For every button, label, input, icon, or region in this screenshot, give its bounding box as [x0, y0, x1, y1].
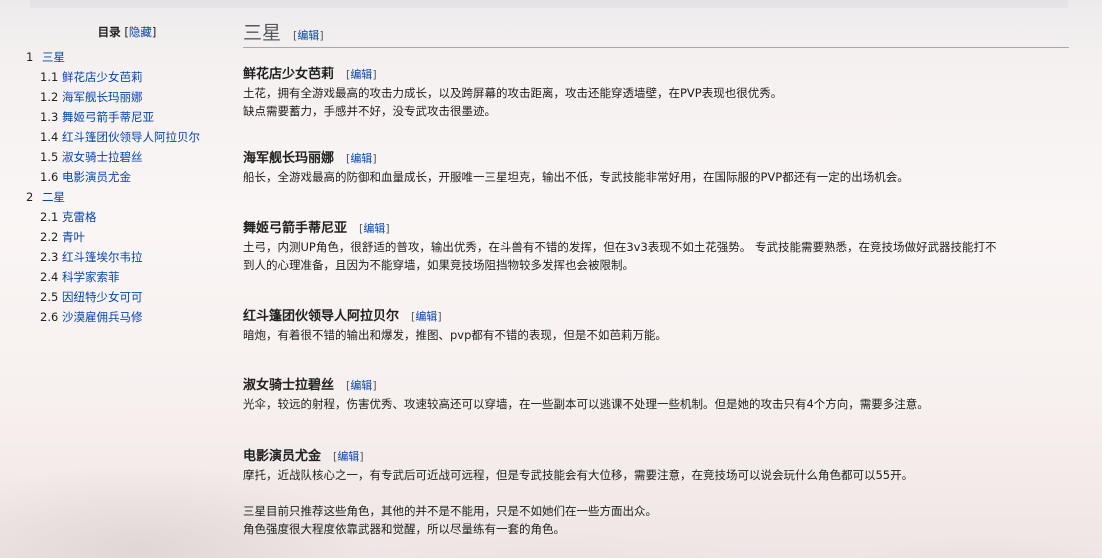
table-of-contents: 目录 [隐藏] 1 三星 1.1 鲜花店少女芭莉 1.2 海军舰长玛丽娜 1.3 舞姬弓箭手蒂…	[22, 22, 212, 327]
note-text: 角色强度很大程度依靠武器和觉醒，所以尽量练有一套的角色。	[243, 522, 565, 536]
entry-tinia: 舞姬弓箭手蒂尼亚 [编辑] 土弓，内测UP角色，很舒适的普攻，输出优秀，在斗兽有…	[243, 220, 1069, 274]
toc-item-label[interactable]: 科学家索菲	[62, 267, 212, 287]
section-title: 三星	[243, 22, 282, 44]
toc-item-number: 1.6	[40, 170, 59, 184]
entry-eugene: 电影演员尤金 [编辑] 摩托，近战队核心之一，有专武后可近战可远程，但是专武技能…	[243, 448, 1069, 484]
toc-item-label[interactable]: 二星	[42, 187, 212, 207]
toc-item[interactable]: 2 二星	[22, 187, 212, 207]
toc-item[interactable]: 1.5 淑女骑士拉碧丝	[22, 147, 212, 167]
toc-item-number: 2.4	[40, 270, 59, 284]
entry-text: 摩托，近战队核心之一，有专武后可近战可远程，但是专武技能会有大位移，需要注意，在…	[243, 468, 914, 482]
entry-title: 淑女骑士拉碧丝 [编辑]	[243, 378, 377, 393]
top-bar	[30, 0, 1068, 8]
entry-edit-link[interactable]: 编辑	[363, 222, 385, 235]
entry-bali: 鲜花店少女芭莉 [编辑] 土花，拥有全游戏最高的攻击力成长，以及跨屏幕的攻击距离…	[243, 66, 1069, 120]
toc-hide-toggle[interactable]: 隐藏	[129, 25, 152, 39]
section-edit-link[interactable]: 编辑	[297, 29, 319, 42]
toc-item-number: 1.4	[40, 130, 59, 144]
toc-item-label[interactable]: 舞姬弓箭手蒂尼亚	[62, 107, 212, 127]
entry-text: 土弓，内测UP角色，很舒适的普攻，输出优秀，在斗兽有不错的发挥，但在3v3表现不…	[243, 240, 997, 254]
entry-marina: 海军舰长玛丽娜 [编辑] 船长，全游戏最高的防御和血量成长，开服唯一三星坦克，输…	[243, 150, 1069, 186]
toc-item-label[interactable]: 淑女骑士拉碧丝	[62, 147, 212, 167]
toc-item-number: 2.1	[40, 210, 59, 224]
entry-text: 光伞，较远的射程，伤害优秀、攻速较高还可以穿墙，在一些副本可以逃课不处理一些机制…	[243, 397, 929, 411]
toc-item[interactable]: 1.3 舞姬弓箭手蒂尼亚	[22, 107, 212, 127]
entry-title: 红斗篷团伙领导人阿拉贝尔 [编辑]	[243, 309, 442, 324]
toc-item-label[interactable]: 青叶	[62, 227, 212, 247]
toc-item-label[interactable]: 电影演员尤金	[62, 167, 212, 187]
toc-item-label[interactable]: 海军舰长玛丽娜	[62, 87, 212, 107]
toc-item-number: 1.2	[40, 90, 59, 104]
toc-item-label[interactable]: 沙漠雇佣兵马修	[62, 307, 212, 327]
toc-item-label[interactable]: 红斗篷埃尔韦拉	[62, 247, 212, 267]
toc-item-number: 2.5	[40, 290, 59, 304]
toc-item[interactable]: 1 三星	[22, 47, 212, 67]
entry-title: 鲜花店少女芭莉 [编辑]	[243, 67, 377, 82]
entry-text: 船长，全游戏最高的防御和血量成长，开服唯一三星坦克，输出不低，专武技能非常好用，…	[243, 170, 909, 184]
toc-item[interactable]: 2.3 红斗篷埃尔韦拉	[22, 247, 212, 267]
section-heading: 三星 [编辑]	[243, 18, 1069, 48]
toc-item-number: 1.3	[40, 110, 59, 124]
toc-item[interactable]: 2.2 青叶	[22, 227, 212, 247]
toc-item-number: 2.2	[40, 230, 59, 244]
toc-item[interactable]: 2.6 沙漠雇佣兵马修	[22, 307, 212, 327]
entry-title: 电影演员尤金 [编辑]	[243, 449, 364, 464]
toc-item[interactable]: 2.5 因纽特少女可可	[22, 287, 212, 307]
entry-text: 暗炮，有着很不错的输出和爆发，推图、pvp都有不错的表现，但是不如芭莉万能。	[243, 328, 667, 342]
entry-edit-link[interactable]: 编辑	[415, 310, 437, 323]
toc-item[interactable]: 2.1 克雷格	[22, 207, 212, 227]
toc-item-label[interactable]: 克雷格	[62, 207, 212, 227]
toc-item[interactable]: 2.4 科学家索菲	[22, 267, 212, 287]
toc-item-label[interactable]: 红斗篷团伙领导人阿拉贝尔	[62, 127, 212, 147]
toc-item-number: 2	[26, 190, 34, 204]
toc-item[interactable]: 1.2 海军舰长玛丽娜	[22, 87, 212, 107]
toc-item[interactable]: 1.6 电影演员尤金	[22, 167, 212, 187]
entry-edit-link[interactable]: 编辑	[337, 450, 359, 463]
toc-title: 目录	[97, 25, 121, 39]
toc-list: 1 三星 1.1 鲜花店少女芭莉 1.2 海军舰长玛丽娜 1.3 舞姬弓箭手蒂尼亚 1.4 红斗篷…	[22, 47, 212, 327]
toc-item-number: 1.5	[40, 150, 59, 164]
entry-edit-link[interactable]: 编辑	[350, 152, 372, 165]
toc-item[interactable]: 1.1 鲜花店少女芭莉	[22, 67, 212, 87]
section-notes: 三星目前只推荐这些角色，其他的并不是不能用，只是不如她们在一些方面出众。 角色强…	[243, 502, 1069, 538]
entry-arabelle: 红斗篷团伙领导人阿拉贝尔 [编辑] 暗炮，有着很不错的输出和爆发，推图、pvp都…	[243, 308, 1069, 344]
entry-title: 海军舰长玛丽娜 [编辑]	[243, 151, 377, 166]
entry-edit-link[interactable]: 编辑	[350, 379, 372, 392]
toc-item-label[interactable]: 鲜花店少女芭莉	[62, 67, 212, 87]
entry-text: 到人的心理准备，且因为不能穿墙，如果竞技场阻挡物较多发挥也会被限制。	[243, 258, 634, 272]
toc-item-label[interactable]: 因纽特少女可可	[62, 287, 212, 307]
toc-item[interactable]: 1.4 红斗篷团伙领导人阿拉贝尔	[22, 127, 212, 147]
toc-item-number: 1	[26, 50, 34, 64]
toc-header: 目录 [隐藏]	[97, 25, 157, 39]
entry-title: 舞姬弓箭手蒂尼亚 [编辑]	[243, 221, 390, 236]
entry-edit-link[interactable]: 编辑	[350, 68, 372, 81]
toc-item-number: 2.6	[40, 310, 59, 324]
toc-item-number: 1.1	[40, 70, 59, 84]
note-text: 三星目前只推荐这些角色，其他的并不是不能用，只是不如她们在一些方面出众。	[243, 504, 657, 518]
entry-text: 土花，拥有全游戏最高的攻击力成长，以及跨屏幕的攻击距离，攻击还能穿透墙壁，在PV…	[243, 86, 783, 100]
toc-item-number: 2.3	[40, 250, 59, 264]
entry-lapice: 淑女骑士拉碧丝 [编辑] 光伞，较远的射程，伤害优秀、攻速较高还可以穿墙，在一些…	[243, 377, 1069, 413]
toc-item-label[interactable]: 三星	[42, 47, 212, 67]
main-content: 三星 [编辑] 鲜花店少女芭莉 [编辑] 土花，拥有全游戏最高的攻击力成长，以及…	[243, 18, 1069, 536]
entry-text: 缺点需要蓄力，手感并不好，没专武攻击很墨迹。	[243, 104, 496, 118]
